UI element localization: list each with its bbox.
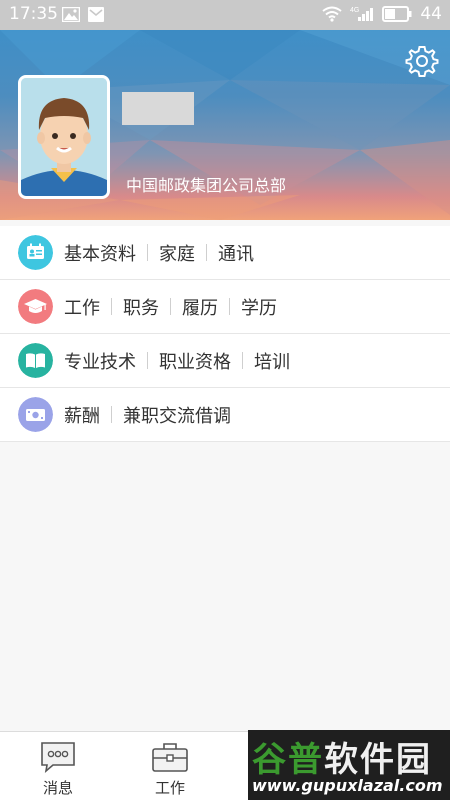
menu-item-training[interactable]: 培训 bbox=[254, 348, 290, 374]
divider bbox=[111, 298, 112, 315]
menu-item-resume[interactable]: 履历 bbox=[182, 294, 218, 320]
divider bbox=[229, 298, 230, 315]
wifi-icon bbox=[322, 6, 342, 22]
network-type-label: 4G bbox=[350, 7, 359, 14]
watermark-logo: 谷普软件园 www.gupuxlazal.com bbox=[248, 730, 450, 800]
menu-row-salary[interactable]: 薪酬 兼职交流借调 bbox=[0, 388, 450, 442]
menu-item-contact[interactable]: 通讯 bbox=[218, 240, 254, 266]
tab-label-work: 工作 bbox=[154, 779, 185, 797]
divider bbox=[147, 352, 148, 369]
tab-work[interactable]: 工作 bbox=[120, 732, 220, 801]
watermark-url: www.gupuxlazal.com bbox=[252, 776, 443, 795]
watermark-title-part1: 谷普 bbox=[252, 740, 324, 780]
settings-gear-icon[interactable] bbox=[405, 44, 439, 78]
mail-notification-icon bbox=[88, 7, 104, 22]
status-time: 17:35 bbox=[9, 4, 58, 24]
menu-item-salary[interactable]: 薪酬 bbox=[64, 402, 100, 428]
menu-item-family[interactable]: 家庭 bbox=[159, 240, 195, 266]
avatar[interactable] bbox=[18, 75, 110, 199]
menu-item-work[interactable]: 工作 bbox=[64, 294, 100, 320]
book-icon bbox=[18, 343, 53, 378]
profile-menu: 基本资料 家庭 通讯 工作 职务 履历 学历 专业技术 职业资格 培训 薪酬 兼… bbox=[0, 226, 450, 442]
battery-level: 44 bbox=[420, 4, 442, 24]
menu-item-education[interactable]: 学历 bbox=[241, 294, 277, 320]
menu-row-work[interactable]: 工作 职务 履历 学历 bbox=[0, 280, 450, 334]
tab-messages[interactable]: 消息 bbox=[8, 732, 108, 801]
organization-name: 中国邮政集团公司总部 bbox=[126, 176, 287, 195]
menu-item-position[interactable]: 职务 bbox=[123, 294, 159, 320]
tab-label-messages: 消息 bbox=[42, 779, 73, 797]
profile-header: 中国邮政集团公司总部 bbox=[0, 30, 450, 220]
divider bbox=[242, 352, 243, 369]
watermark-title-part2: 软件园 bbox=[324, 740, 432, 780]
menu-item-qualification[interactable]: 职业资格 bbox=[159, 348, 231, 374]
menu-item-basic-info[interactable]: 基本资料 bbox=[64, 240, 136, 266]
briefcase-icon bbox=[152, 743, 188, 772]
divider bbox=[206, 244, 207, 261]
menu-row-basic-info[interactable]: 基本资料 家庭 通讯 bbox=[0, 226, 450, 280]
battery-icon bbox=[382, 6, 412, 22]
graduation-cap-icon bbox=[18, 289, 53, 324]
status-bar: 17:35 4G 44 bbox=[0, 0, 450, 30]
menu-item-part-time-exchange[interactable]: 兼职交流借调 bbox=[123, 402, 231, 428]
signal-icon: 4G bbox=[350, 7, 374, 21]
divider bbox=[170, 298, 171, 315]
divider bbox=[111, 406, 112, 423]
divider bbox=[147, 244, 148, 261]
user-name-redacted bbox=[122, 92, 194, 125]
avatar-illustration bbox=[21, 78, 107, 196]
id-card-icon bbox=[18, 235, 53, 270]
message-icon bbox=[41, 742, 75, 774]
menu-row-professional[interactable]: 专业技术 职业资格 培训 bbox=[0, 334, 450, 388]
money-icon bbox=[18, 397, 53, 432]
image-notification-icon bbox=[62, 7, 80, 22]
menu-item-professional-tech[interactable]: 专业技术 bbox=[64, 348, 136, 374]
